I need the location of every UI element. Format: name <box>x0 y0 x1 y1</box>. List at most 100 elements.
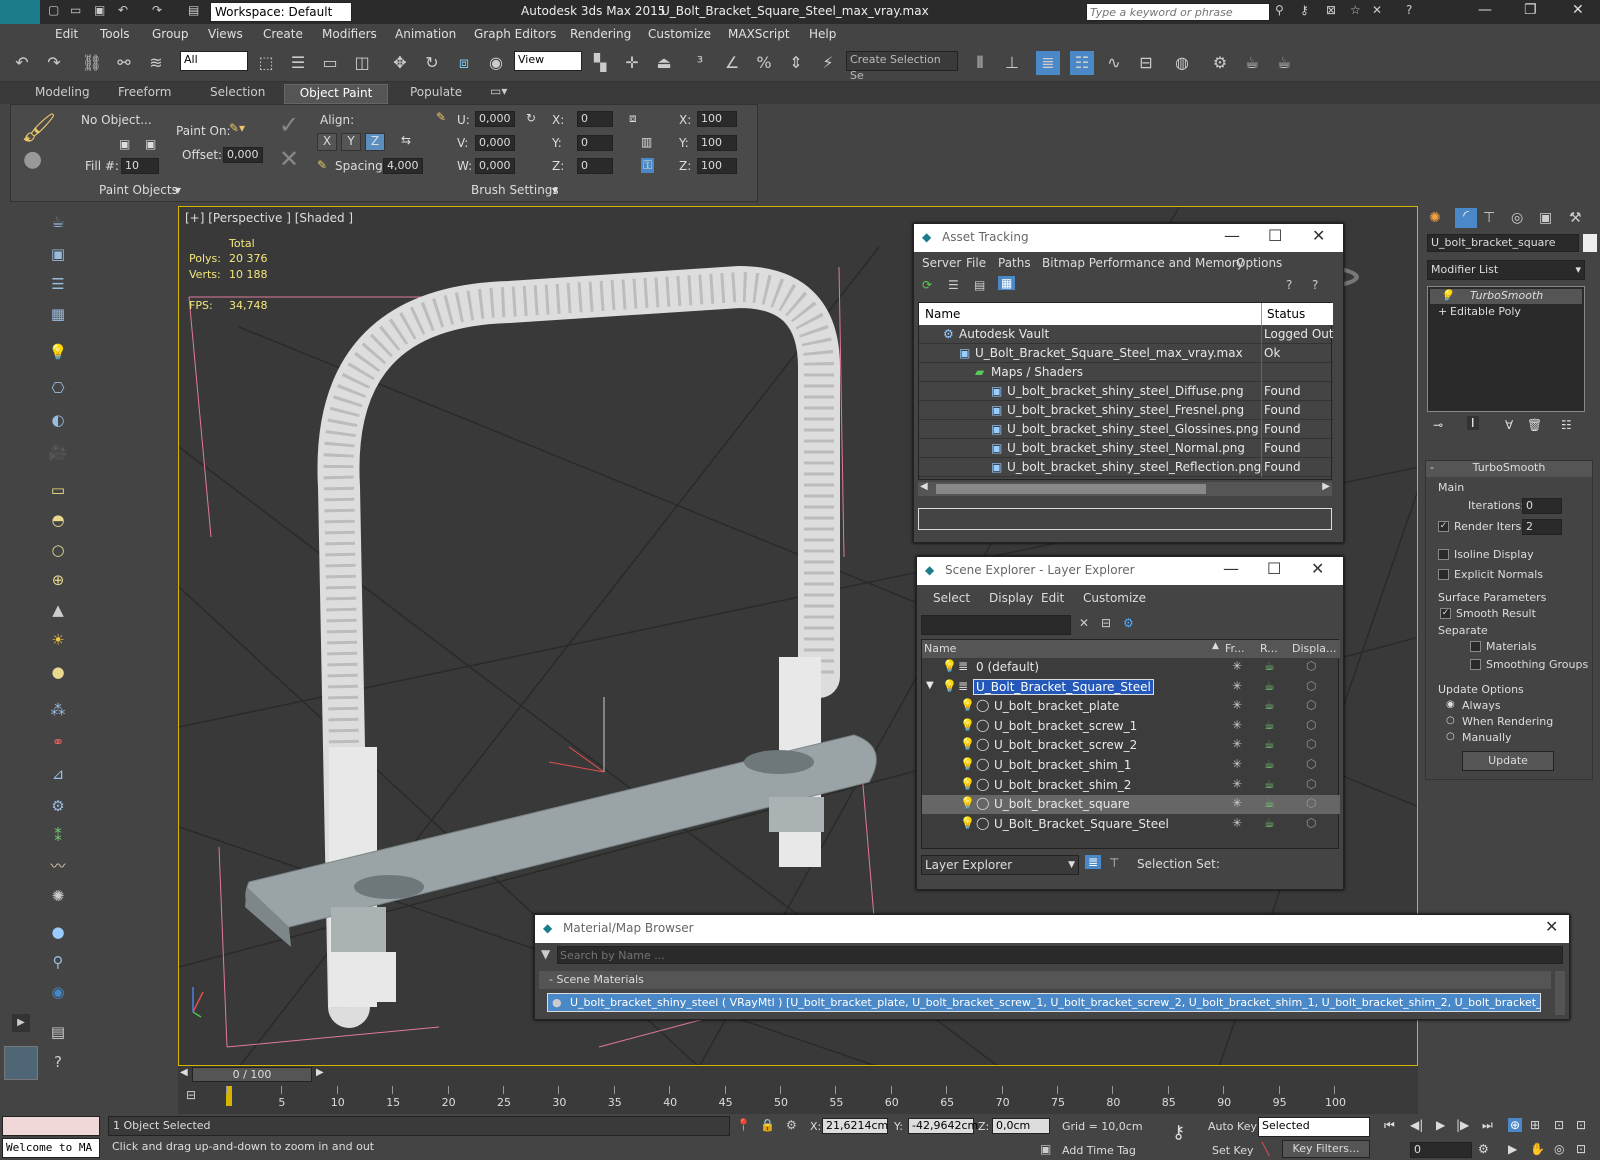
find-icon[interactable]: ⊟ <box>1101 616 1111 630</box>
schematic-view-icon[interactable]: ⊟ <box>1134 51 1158 75</box>
snaps-toggle-icon[interactable]: ³ <box>688 51 712 75</box>
prev-frame-icon[interactable]: ◀| <box>1410 1118 1423 1132</box>
scale-z-spinner[interactable]: 100 <box>697 158 737 174</box>
create-tab-icon[interactable]: ✺ <box>1429 210 1441 226</box>
menu-tools[interactable]: Tools <box>100 27 130 41</box>
project-icon[interactable]: ▤ <box>188 3 199 17</box>
menu-group[interactable]: Group <box>152 27 189 41</box>
grass-icon[interactable]: ⁑ <box>46 825 70 847</box>
scene-explorer-titlebar[interactable]: ◆ Scene Explorer - Layer Explorer — ☐ ✕ <box>917 557 1343 585</box>
pivot-icon[interactable]: ▚ <box>588 51 612 75</box>
asset-row[interactable]: ▣ U_bolt_bracket_shiny_steel_Glossines.pn… <box>919 420 1333 439</box>
curve-editor-icon[interactable]: ∿ <box>1102 51 1126 75</box>
freeze-icon[interactable]: ✳ <box>1232 757 1242 771</box>
asset-hscrollbar[interactable]: ◀ ▶ <box>918 481 1332 496</box>
unlink-icon[interactable]: ⚯ <box>112 51 136 75</box>
percent-snap-icon[interactable]: % <box>752 51 776 75</box>
pin-stack-icon[interactable]: ⊸ <box>1433 418 1443 432</box>
goto-start-icon[interactable]: ⏮ <box>1384 1118 1395 1133</box>
link-icon[interactable]: ⛓ <box>80 51 104 75</box>
browser-options-icon[interactable]: ▼ <box>541 947 550 961</box>
question-icon[interactable]: ? <box>46 1051 70 1073</box>
coord-y-field[interactable]: -42,9642cm <box>908 1118 978 1134</box>
table-view-icon[interactable]: ▦ <box>998 276 1016 290</box>
material-search-input[interactable] <box>557 946 1563 964</box>
display-tab-icon[interactable]: ▣ <box>1539 210 1552 226</box>
keyword-search-input[interactable] <box>1086 3 1270 21</box>
ox-icon[interactable]: ✺ <box>46 885 70 907</box>
hair-icon[interactable]: 〰 <box>46 855 70 877</box>
grid-icon[interactable]: ▦ <box>46 303 70 325</box>
pick-object-icon[interactable]: ▣ <box>145 137 156 151</box>
camera-icon[interactable]: ⎔ <box>46 377 70 399</box>
hemisphere-icon[interactable]: ◓ <box>46 509 70 531</box>
menu-animation[interactable]: Animation <box>395 27 456 41</box>
menu-help[interactable]: Help <box>809 27 836 41</box>
col-status[interactable]: Status <box>1267 307 1305 321</box>
utilities-tab-icon[interactable]: ⚒ <box>1569 210 1582 226</box>
x-icon[interactable]: ✕ <box>1372 3 1382 17</box>
renderable-teapot-icon[interactable]: ☕ <box>1264 757 1275 771</box>
scene-row[interactable]: 💡 ◯ U_bolt_bracket_screw_1 ✳ ☕ ⬡ <box>922 717 1340 736</box>
make-unique-icon[interactable]: ∀ <box>1505 418 1513 432</box>
key-mode-icon[interactable]: ⚷ <box>1172 1122 1185 1143</box>
scroll-right-icon[interactable]: ▶ <box>1322 481 1330 492</box>
renderable-teapot-icon[interactable]: ☕ <box>1264 816 1275 830</box>
iterations-spinner[interactable]: 0 <box>1522 498 1562 514</box>
key-filters-button[interactable]: Key Filters... <box>1282 1140 1370 1158</box>
current-frame-field[interactable]: 0 <box>1410 1142 1472 1158</box>
material-browser-titlebar[interactable]: ◆ Material/Map Browser ✕ <box>535 915 1569 943</box>
orbit-icon[interactable]: ◎ <box>1554 1142 1564 1156</box>
coord-x-field[interactable]: 21,6214cm <box>822 1118 888 1134</box>
scale-y-spinner[interactable]: 100 <box>697 135 737 151</box>
hierarchy-tab-icon[interactable]: ⊤ <box>1483 210 1495 226</box>
at-menu-bitmap[interactable]: Bitmap Performance and Memory <box>1042 256 1244 270</box>
maxscript-output[interactable]: Welcome to MA <box>2 1138 100 1158</box>
display-box-icon[interactable]: ⬡ <box>1306 679 1316 693</box>
align-y-button[interactable]: Y <box>341 133 361 151</box>
time-prev-icon[interactable]: ◀ <box>180 1067 188 1078</box>
manually-radio[interactable]: ○ <box>1446 731 1455 742</box>
key-icon[interactable]: ⚷ <box>1300 3 1309 17</box>
isolate-icon[interactable]: 📍 <box>736 1118 751 1132</box>
render-iters-spinner[interactable]: 2 <box>1522 519 1562 535</box>
random-icon[interactable]: ▥ <box>641 135 652 149</box>
always-radio[interactable]: ◉ <box>1446 699 1455 710</box>
play-arrow-icon[interactable]: ▶ <box>12 1014 30 1032</box>
scene-explorer-icon[interactable]: ☷ <box>1070 51 1094 75</box>
tree-view-icon[interactable]: ▤ <box>974 278 985 292</box>
freeze-icon[interactable]: ✳ <box>1232 816 1242 830</box>
menu-modifiers[interactable]: Modifiers <box>322 27 377 41</box>
filter-icon[interactable]: ⚙ <box>1123 616 1134 630</box>
helper-icon[interactable]: ◐ <box>46 409 70 431</box>
scene-row[interactable]: 💡 ◯ U_bolt_bracket_shim_2 ✳ ☕ ⬡ <box>922 776 1340 795</box>
set-key-button[interactable]: Set Key <box>1212 1144 1254 1157</box>
freeze-icon[interactable]: ✳ <box>1232 679 1242 693</box>
display-box-icon[interactable]: ⬡ <box>1306 698 1316 712</box>
align-z-button[interactable]: Z <box>365 133 385 151</box>
zoom-extents-icon[interactable]: ⊡ <box>1554 1118 1564 1132</box>
render-setup-icon[interactable]: ⚙ <box>1208 51 1232 75</box>
se-menu-select[interactable]: Select <box>933 591 970 605</box>
col-name[interactable]: Name <box>925 307 960 321</box>
scene-row[interactable]: 💡 ◯ U_bolt_bracket_square ✳ ☕ ⬡ <box>922 795 1340 815</box>
asset-row[interactable]: ▣ U_bolt_bracket_shiny_steel_Diffuse.png F… <box>919 382 1333 401</box>
coord-z-field[interactable]: 0,0cm <box>992 1118 1050 1134</box>
help-icon[interactable]: ? <box>1406 3 1412 17</box>
next-frame-icon[interactable]: |▶ <box>1456 1118 1469 1132</box>
menu-create[interactable]: Create <box>263 27 303 41</box>
binoculars-icon[interactable]: ⚲ <box>1275 3 1284 17</box>
bulb-icon[interactable]: 💡 <box>960 777 975 791</box>
help-settings-icon[interactable]: ? <box>1312 278 1318 292</box>
mini-curve-editor-icon[interactable]: ⊟ <box>186 1088 196 1102</box>
tab-populate[interactable]: Populate <box>410 85 462 99</box>
stack-item-editable-poly[interactable]: + Editable Poly <box>1430 305 1582 320</box>
maxscript-listener[interactable] <box>2 1116 100 1136</box>
expand-plus-icon[interactable]: + <box>1438 305 1447 318</box>
goto-end-icon[interactable]: ⏭ <box>1482 1118 1493 1133</box>
material-editor-icon[interactable]: ◍ <box>1170 51 1194 75</box>
new-icon[interactable]: ▢ <box>48 3 59 17</box>
geosphere-icon[interactable]: ⊕ <box>46 569 70 591</box>
rendered-frame-icon[interactable]: ☕ <box>1240 51 1264 75</box>
help-icon[interactable]: ? <box>1286 278 1292 292</box>
